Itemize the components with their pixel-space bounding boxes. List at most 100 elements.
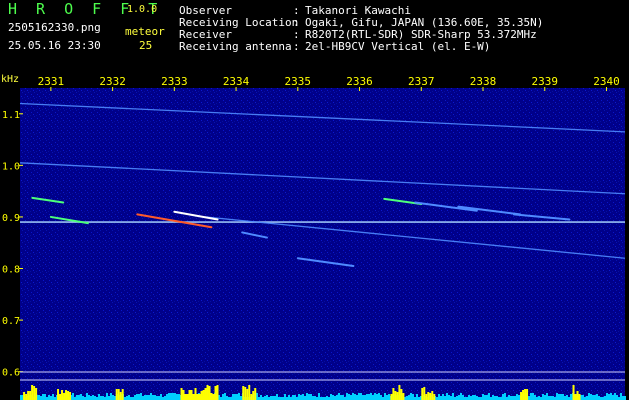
power-bar: [332, 395, 334, 400]
power-bar-hot: [31, 385, 34, 400]
spectrogram-background: [20, 88, 625, 400]
power-bar-hot: [248, 385, 251, 400]
power-bar-hot: [242, 386, 245, 400]
power-bar: [48, 395, 50, 400]
power-bar-hot: [121, 389, 124, 400]
power-bar: [546, 393, 548, 400]
power-bar-hot: [524, 389, 527, 400]
station-label-location: Receiving Location: [179, 16, 299, 29]
power-bar-hot: [392, 388, 395, 400]
power-bar-hot: [216, 385, 219, 400]
power-bar: [154, 395, 156, 400]
power-bar: [550, 396, 552, 400]
station-sep: :: [293, 16, 300, 29]
power-bar: [388, 394, 390, 400]
power-bar: [340, 395, 342, 400]
power-bar: [474, 395, 476, 400]
power-bar: [486, 395, 488, 400]
power-bar-hot: [206, 385, 209, 400]
power-bar: [232, 394, 234, 400]
power-bar-hot: [115, 389, 118, 400]
power-bar: [292, 395, 294, 400]
power-bar-hot: [212, 394, 215, 400]
y-tick-label: 1.1: [2, 110, 20, 121]
power-bar: [518, 395, 520, 400]
power-bar: [594, 395, 596, 400]
x-tick-label: 2337: [408, 75, 435, 88]
power-bar: [354, 394, 356, 400]
power-bar: [440, 396, 442, 400]
power-bar-hot: [210, 393, 213, 400]
meteor-count-value: 25: [139, 39, 153, 52]
power-bar-hot: [244, 387, 247, 400]
power-bar: [126, 396, 128, 400]
power-bar: [604, 396, 606, 400]
power-bar: [596, 394, 598, 400]
power-bar: [588, 393, 590, 400]
power-bar: [470, 396, 472, 400]
x-tick-label: 2331: [38, 75, 65, 88]
power-bar: [360, 393, 362, 400]
power-bar: [310, 394, 312, 400]
power-bar: [312, 396, 314, 400]
power-bar: [472, 395, 474, 400]
power-bar: [50, 396, 52, 400]
power-bar: [160, 394, 162, 400]
power-bar: [176, 394, 178, 400]
power-bar: [110, 393, 112, 400]
power-bar: [558, 394, 560, 400]
power-bar: [616, 395, 618, 400]
power-bar: [620, 393, 622, 400]
power-bar-hot: [200, 391, 203, 400]
power-bar: [448, 395, 450, 400]
power-bar: [570, 394, 572, 400]
power-bar: [240, 396, 242, 400]
power-bar-hot: [182, 390, 185, 400]
power-bar: [170, 393, 172, 400]
power-bar-hot: [425, 394, 428, 400]
power-bar-hot: [25, 394, 28, 400]
power-bar-hot: [190, 390, 193, 400]
power-bar: [606, 393, 608, 400]
power-bar: [152, 395, 154, 400]
x-tick-label: 2339: [531, 75, 558, 88]
station-label-receiver: Receiver: [179, 28, 232, 41]
power-bar-hot: [254, 388, 257, 400]
power-bar: [266, 395, 268, 400]
y-tick-label: 0.6: [2, 368, 20, 379]
power-bar-hot: [59, 394, 62, 400]
power-bar: [514, 396, 516, 400]
x-tick-label: 2340: [593, 75, 620, 88]
power-bar: [566, 395, 568, 400]
station-sep: :: [293, 40, 300, 53]
power-bar: [226, 396, 228, 400]
power-bar: [370, 393, 372, 400]
power-bar: [564, 396, 566, 400]
power-bar-hot: [250, 394, 253, 400]
power-bar: [52, 394, 54, 400]
power-bar: [90, 396, 92, 400]
observation-datetime: 25.05.16 23:30: [8, 39, 101, 52]
power-bar: [80, 394, 82, 400]
power-bar-hot: [402, 393, 405, 400]
station-value-receiver: R820T2(RTL-SDR) SDR-Sharp 53.372MHz: [305, 28, 537, 41]
power-bar: [444, 396, 446, 400]
power-bar-hot: [69, 392, 72, 400]
power-bar-hot: [202, 390, 205, 400]
power-bar: [512, 396, 514, 400]
power-bar: [452, 393, 454, 400]
power-bar: [326, 396, 328, 400]
power-bar: [334, 396, 336, 400]
power-bar: [134, 395, 136, 400]
power-bar: [92, 395, 94, 400]
power-bar-hot: [526, 389, 529, 400]
power-bar-hot: [204, 388, 207, 400]
power-bar: [528, 396, 530, 400]
power-bar: [608, 394, 610, 400]
power-bar: [552, 396, 554, 400]
power-bar: [384, 393, 386, 400]
power-bar: [482, 394, 484, 400]
power-bar: [100, 396, 102, 400]
power-bar-hot: [578, 394, 581, 400]
x-tick-label: 2332: [99, 75, 126, 88]
